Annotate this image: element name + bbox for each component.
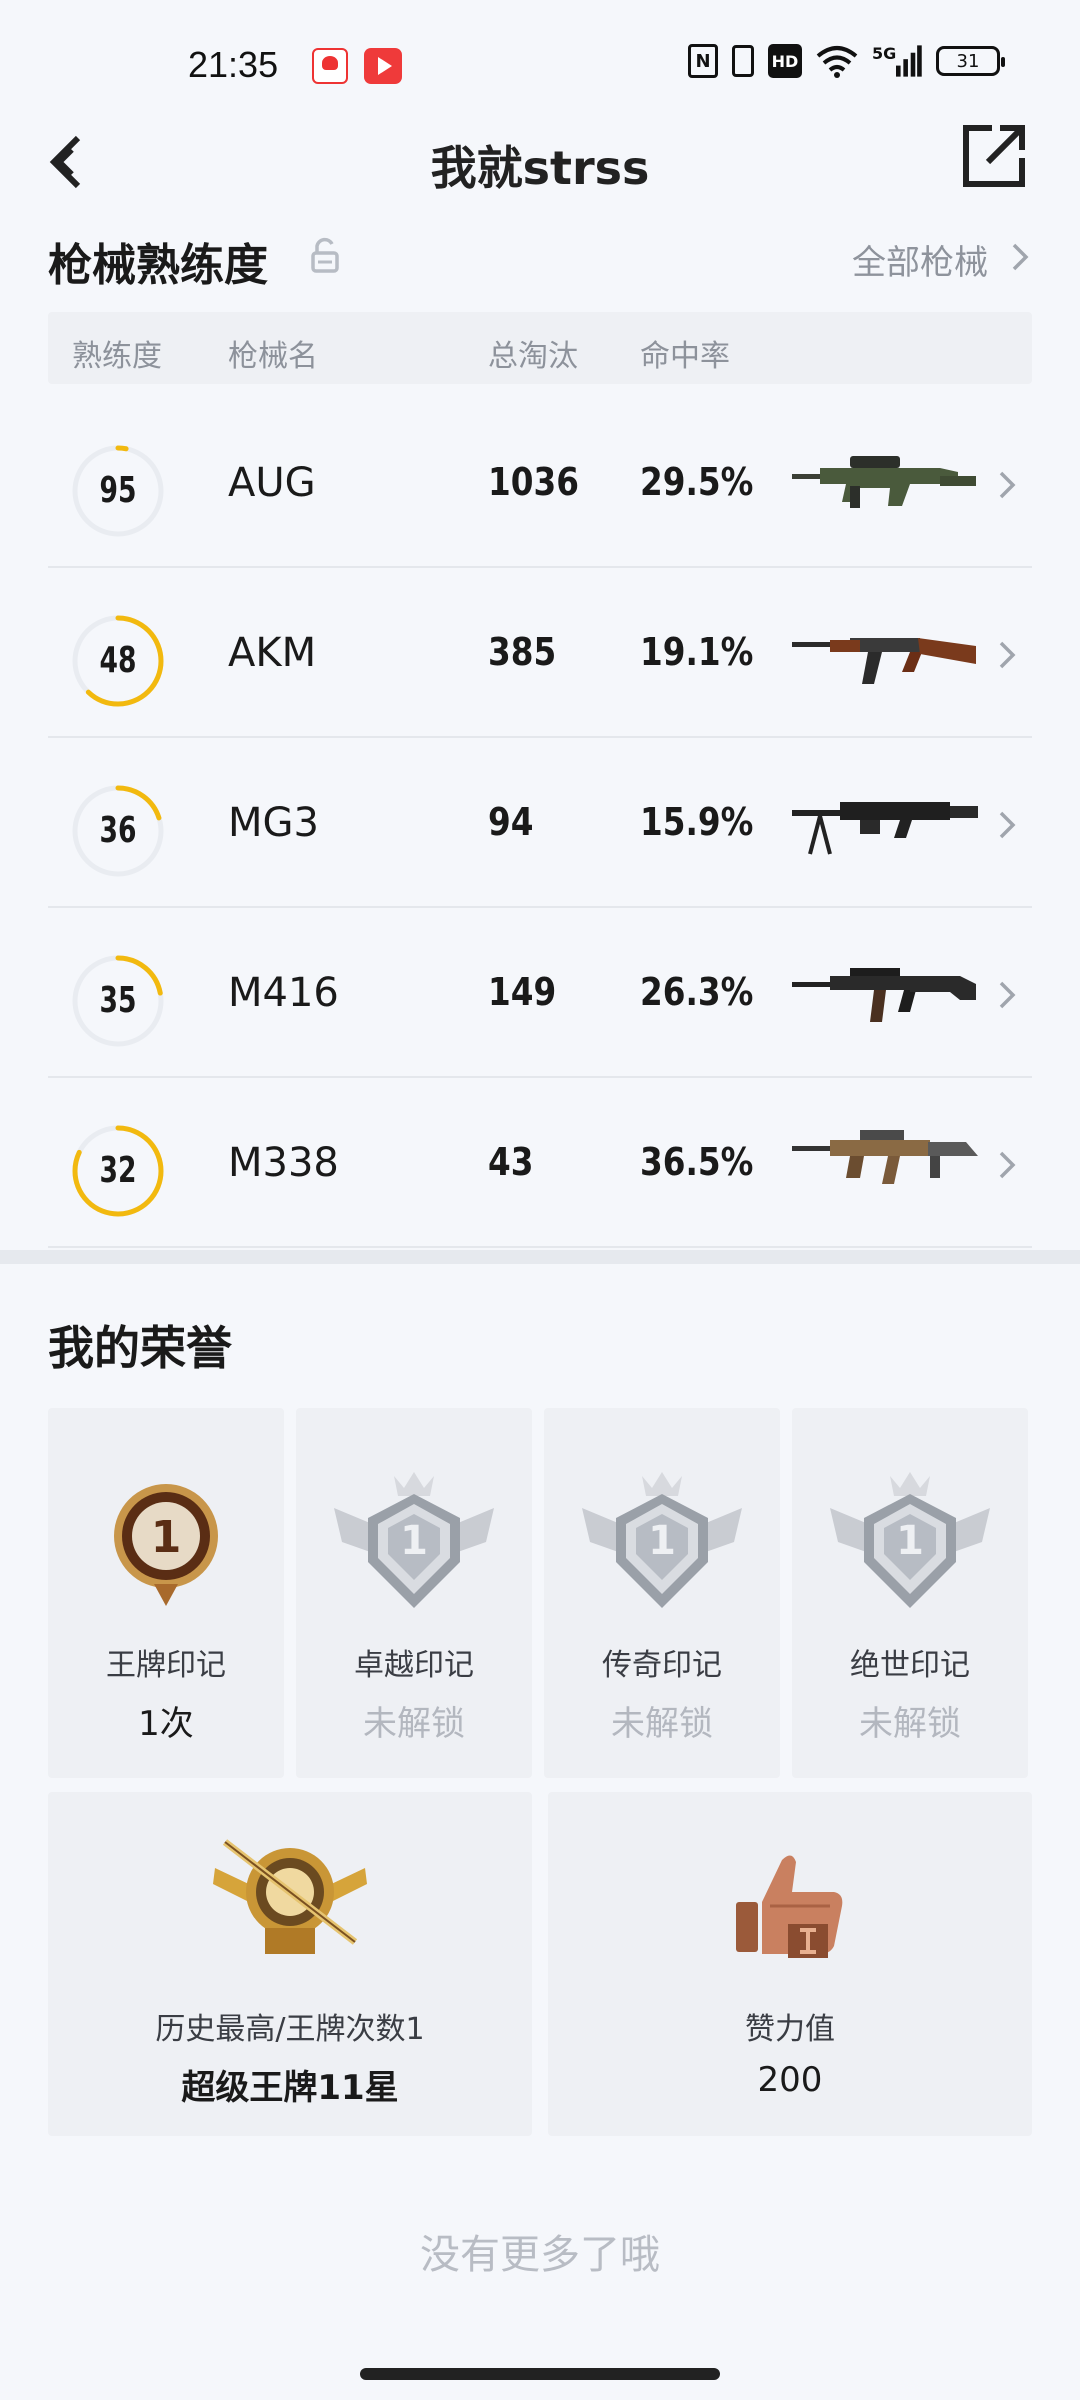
- honor-label: 赞力值: [745, 2012, 835, 2047]
- share-icon[interactable]: [962, 124, 1026, 188]
- ace-badge-icon: 1: [106, 1480, 226, 1610]
- honor-value: 超级王牌11星: [181, 2068, 399, 2108]
- hit-rate: 19.1%: [640, 630, 754, 674]
- silver-badge-icon: 1: [324, 1458, 504, 1618]
- status-time: 21:35: [188, 44, 279, 85]
- section-divider: [0, 1250, 1080, 1264]
- proficiency-value: 35: [99, 980, 137, 1021]
- silver-badge-icon: 1: [572, 1458, 752, 1618]
- chevron-right-icon[interactable]: [1008, 239, 1032, 275]
- honor-label: 传奇印记: [602, 1648, 722, 1683]
- total-kills: 43: [488, 1140, 534, 1184]
- honor-value: 1次: [138, 1704, 194, 1744]
- badge-number: 1: [151, 1512, 182, 1563]
- nfc-icon: N: [688, 44, 718, 78]
- honor-card-ace[interactable]: 1 王牌印记 1次: [48, 1408, 284, 1778]
- honor-value: 未解锁: [859, 1704, 961, 1744]
- weapon-image: [790, 436, 980, 526]
- home-indicator[interactable]: [360, 2368, 720, 2380]
- proficiency-ring: 35: [70, 953, 166, 1049]
- weapon-row[interactable]: 36 MG3 94 15.9%: [48, 738, 1032, 908]
- chevron-right-icon[interactable]: [996, 468, 1018, 502]
- video-app-icon: [364, 48, 402, 84]
- proficiency-value: 48: [99, 640, 137, 681]
- weapon-name: AUG: [228, 460, 316, 506]
- honor-label: 历史最高/王牌次数1: [155, 2012, 425, 2047]
- honor-section-title: 我的荣誉: [48, 1321, 232, 1375]
- proficiency-value: 95: [99, 470, 137, 511]
- network-type: 5G: [872, 44, 897, 63]
- total-kills: 1036: [488, 460, 579, 504]
- badge-number: 1: [648, 1518, 676, 1564]
- hit-rate: 26.3%: [640, 970, 754, 1014]
- game-app-icon: [312, 48, 348, 84]
- honor-label: 卓越印记: [354, 1648, 474, 1683]
- badge-number: 1: [400, 1518, 428, 1564]
- signal-icon: 5G: [872, 44, 922, 78]
- weapon-row[interactable]: 95 AUG 1036 29.5%: [48, 398, 1032, 568]
- battery-icon: 31: [936, 46, 1005, 76]
- wifi-icon: [816, 44, 858, 78]
- battery-level: 31: [956, 50, 980, 72]
- weapon-section-title: 枪械熟练度: [48, 240, 268, 291]
- chevron-right-icon[interactable]: [996, 808, 1018, 842]
- system-icons: N HD 5G 31: [688, 44, 1005, 78]
- weapon-row[interactable]: 48 AKM 385 19.1%: [48, 568, 1032, 738]
- total-kills: 149: [488, 970, 557, 1014]
- hd-icon: HD: [768, 44, 802, 78]
- rank-crest-icon: [205, 1832, 375, 1962]
- weapon-name: AKM: [228, 630, 317, 676]
- column-hit-rate: 命中率: [640, 339, 730, 374]
- honor-value: 未解锁: [611, 1704, 713, 1744]
- honor-value: 未解锁: [363, 1704, 465, 1744]
- chevron-right-icon[interactable]: [996, 978, 1018, 1012]
- header: 我就strss: [0, 110, 1080, 210]
- proficiency-value: 32: [99, 1150, 137, 1191]
- honor-card-legend[interactable]: 1 传奇印记未解锁: [544, 1408, 780, 1778]
- hit-rate: 29.5%: [640, 460, 754, 504]
- vibrate-icon: [732, 45, 754, 77]
- chevron-right-icon[interactable]: [996, 1148, 1018, 1182]
- proficiency-value: 36: [99, 810, 137, 851]
- total-kills: 385: [488, 630, 557, 674]
- honor-card-highest-rank[interactable]: 历史最高/王牌次数1 超级王牌11星: [48, 1792, 532, 2136]
- column-proficiency: 熟练度: [72, 339, 162, 374]
- weapon-name: M416: [228, 970, 339, 1016]
- honor-label: 绝世印记: [850, 1648, 970, 1683]
- weapon-image: [790, 606, 980, 696]
- weapon-image: [790, 946, 980, 1036]
- silver-badge-icon: 1: [820, 1458, 1000, 1618]
- weapon-row[interactable]: 32 M338 43 36.5%: [48, 1078, 1032, 1248]
- chevron-right-icon[interactable]: [996, 638, 1018, 672]
- column-total-kills: 总淘汰: [488, 339, 578, 374]
- weapon-table-header: 熟练度 枪械名 总淘汰 命中率: [48, 312, 1032, 384]
- total-kills: 94: [488, 800, 534, 844]
- honor-card-praise[interactable]: 赞力值 200: [548, 1792, 1032, 2136]
- weapon-image: [790, 776, 980, 866]
- no-more-text: 没有更多了哦: [420, 2232, 660, 2278]
- weapon-row[interactable]: 35 M416 149 26.3%: [48, 908, 1032, 1078]
- hit-rate: 36.5%: [640, 1140, 754, 1184]
- unlock-icon: [310, 237, 340, 273]
- hit-rate: 15.9%: [640, 800, 754, 844]
- badge-number: 1: [896, 1518, 924, 1564]
- proficiency-ring: 36: [70, 783, 166, 879]
- page-title: 我就strss: [430, 141, 650, 195]
- honor-label: 王牌印记: [106, 1648, 226, 1683]
- weapon-section-header: 枪械熟练度 全部枪械: [48, 225, 1032, 295]
- honor-value: 200: [757, 2060, 823, 2100]
- proficiency-ring: 32: [70, 1123, 166, 1219]
- honor-card-peerless[interactable]: 1 绝世印记未解锁: [792, 1408, 1028, 1778]
- proficiency-ring: 95: [70, 443, 166, 539]
- honor-card-excellence[interactable]: 1 卓越印记未解锁: [296, 1408, 532, 1778]
- proficiency-ring: 48: [70, 613, 166, 709]
- weapon-image: [790, 1116, 980, 1206]
- column-weapon-name: 枪械名: [228, 339, 318, 374]
- thumbs-up-icon: [730, 1846, 850, 1966]
- all-guns-link[interactable]: 全部枪械: [852, 235, 988, 284]
- weapon-name: M338: [228, 1140, 339, 1186]
- weapon-name: MG3: [228, 800, 319, 846]
